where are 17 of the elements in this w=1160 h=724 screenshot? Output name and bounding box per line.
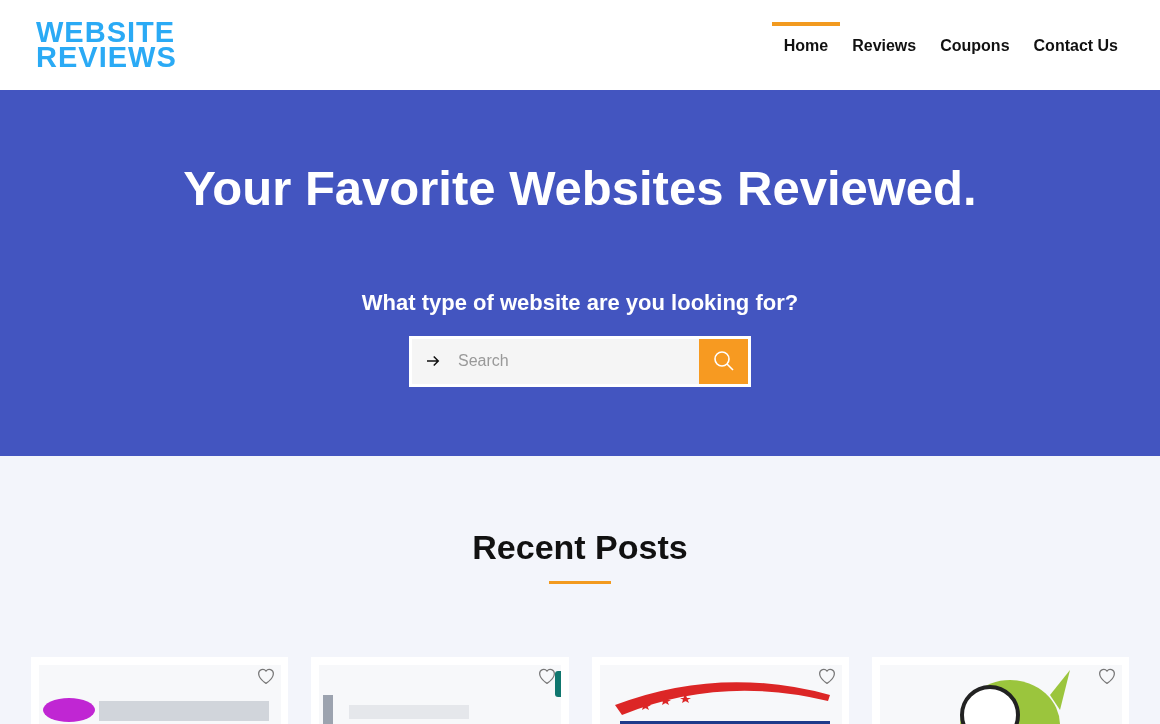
post-card[interactable] (31, 657, 289, 724)
section-title: Recent Posts (472, 527, 688, 568)
nav-link[interactable]: Coupons (928, 22, 1022, 90)
hero-title: Your Favorite Websites Reviewed. (183, 160, 977, 217)
nav-link[interactable]: Contact Us (1021, 22, 1130, 90)
heart-icon[interactable] (816, 667, 837, 685)
heart-icon[interactable] (1097, 667, 1117, 685)
nav-link[interactable]: Reviews (840, 22, 929, 90)
search-input[interactable]: Search (458, 349, 699, 373)
heart-icon[interactable] (256, 667, 277, 685)
hero-subtitle: What type of website are you looking for? (361, 288, 799, 317)
post-card[interactable] (871, 657, 1129, 724)
search-button[interactable] (699, 338, 748, 384)
search-bar[interactable]: Search (409, 335, 751, 387)
search-icon (711, 349, 736, 373)
post-card[interactable] (591, 657, 849, 724)
heart-icon[interactable] (536, 667, 557, 685)
